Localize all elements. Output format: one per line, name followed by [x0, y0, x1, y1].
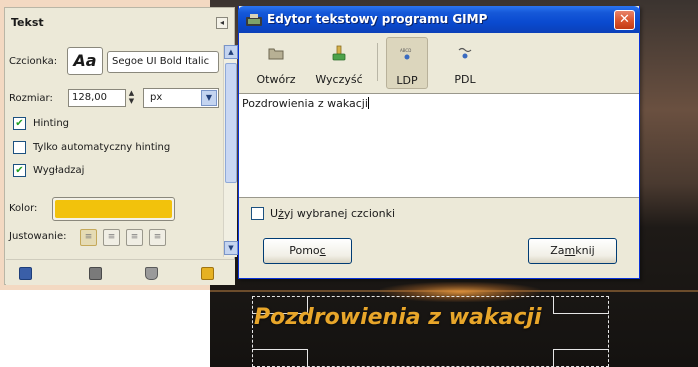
- restore-options-icon[interactable]: [89, 267, 102, 280]
- open-button[interactable]: Otwórz: [253, 37, 299, 89]
- dialog-title: Edytor tekstowy programu GIMP: [267, 12, 488, 26]
- use-selected-font-label: Użyj wybranej czcionki: [270, 207, 395, 220]
- use-selected-font-checkbox[interactable]: [251, 207, 264, 220]
- justify-right-button[interactable]: ≡: [103, 229, 120, 246]
- color-swatch: [55, 200, 172, 218]
- panel-scrollbar[interactable]: ▲ ▼: [223, 45, 238, 257]
- autohint-checkbox[interactable]: [13, 141, 26, 154]
- justify-center-button[interactable]: ≡: [126, 229, 143, 246]
- close-label-rest: knij: [575, 244, 595, 257]
- close-icon[interactable]: ✕: [614, 10, 635, 30]
- text-caret: [367, 97, 369, 109]
- ltr-direction-icon: ABCD: [400, 48, 411, 60]
- close-label: Za: [550, 244, 565, 257]
- size-label: Rozmiar:: [9, 93, 53, 104]
- text-tool-options-panel: Tekst ◂ Czcionka: Aa Segoe UI Bold Itali…: [4, 7, 238, 285]
- chevron-down-icon[interactable]: ▼: [201, 90, 217, 106]
- scroll-up-icon[interactable]: ▲: [224, 45, 238, 59]
- save-options-icon[interactable]: [19, 267, 32, 280]
- canvas-blank-area: [0, 290, 210, 367]
- rtl-button[interactable]: PDL: [444, 37, 486, 89]
- rtl-label: PDL: [454, 73, 476, 86]
- text-editor-dialog: Edytor tekstowy programu GIMP ✕ Otwórz W…: [238, 6, 640, 279]
- toolbar-separator: [377, 43, 378, 81]
- clear-label: Wyczyść: [315, 73, 363, 86]
- text-frame-handle-bottom-left[interactable]: [252, 349, 308, 367]
- editor-text: Pozdrowienia z wakacji: [242, 97, 368, 110]
- justify-fill-button[interactable]: ≡: [149, 229, 166, 246]
- rtl-direction-icon: [458, 47, 472, 59]
- color-button[interactable]: [52, 197, 175, 221]
- dialog-titlebar[interactable]: Edytor tekstowy programu GIMP ✕: [238, 6, 640, 33]
- scroll-thumb[interactable]: [225, 63, 237, 183]
- text-frame-handle-top-right[interactable]: [553, 296, 609, 314]
- ltr-label: LDP: [396, 74, 418, 87]
- unit-select[interactable]: px ▼: [143, 88, 219, 108]
- panel-menu-icon[interactable]: ◂: [216, 17, 228, 29]
- font-name-field[interactable]: Segoe UI Bold Italic: [107, 51, 219, 73]
- font-preview-button[interactable]: Aa: [67, 47, 103, 75]
- justify-label: Justowanie:: [9, 231, 67, 242]
- color-label: Kolor:: [9, 203, 38, 214]
- svg-text:ABCD: ABCD: [400, 48, 411, 53]
- size-input[interactable]: 128,00: [68, 89, 126, 107]
- antialias-label: Wygładzaj: [33, 165, 85, 176]
- unit-value: px: [150, 92, 163, 103]
- canvas-text-layer[interactable]: Pozdrowienia z wakacji: [254, 305, 541, 330]
- hinting-label: Hinting: [33, 118, 70, 129]
- open-label: Otwórz: [256, 73, 296, 86]
- editor-text-area[interactable]: Pozdrowienia z wakacji: [239, 93, 639, 198]
- autohint-label: Tylko automatyczny hinting: [33, 142, 171, 153]
- ltr-button[interactable]: ABCD LDP: [386, 37, 428, 89]
- justify-left-button[interactable]: ≡: [80, 229, 97, 246]
- delete-options-icon[interactable]: [145, 267, 158, 280]
- clear-button[interactable]: Wyczyść: [311, 37, 367, 89]
- font-label: Czcionka:: [9, 56, 58, 67]
- close-label-mnemonic: m: [564, 244, 576, 257]
- help-label-mnemonic: c: [319, 244, 326, 257]
- reset-options-icon[interactable]: [201, 267, 214, 280]
- folder-icon: [268, 48, 284, 60]
- panel-title: Tekst: [11, 16, 44, 29]
- panel-bottom-bar: [6, 259, 235, 285]
- editor-toolbar: Otwórz Wyczyść ABCD LDP PDL: [239, 33, 639, 93]
- clear-brush-icon: [332, 45, 346, 61]
- text-frame-handle-bottom-right[interactable]: [553, 349, 609, 367]
- close-button[interactable]: Zamknij: [528, 238, 617, 264]
- gimp-app-icon: [246, 14, 262, 26]
- antialias-checkbox[interactable]: ✔: [13, 164, 26, 177]
- size-spinner[interactable]: ▲ ▼: [126, 89, 137, 107]
- help-button[interactable]: Pomoc: [263, 238, 352, 264]
- use-font-label-rest: yj wybranej czcionki: [283, 207, 396, 220]
- help-label: Pomo: [289, 244, 320, 257]
- use-font-label-part: U: [270, 207, 279, 220]
- hinting-checkbox[interactable]: ✔: [13, 117, 26, 130]
- scroll-down-icon[interactable]: ▼: [224, 241, 238, 255]
